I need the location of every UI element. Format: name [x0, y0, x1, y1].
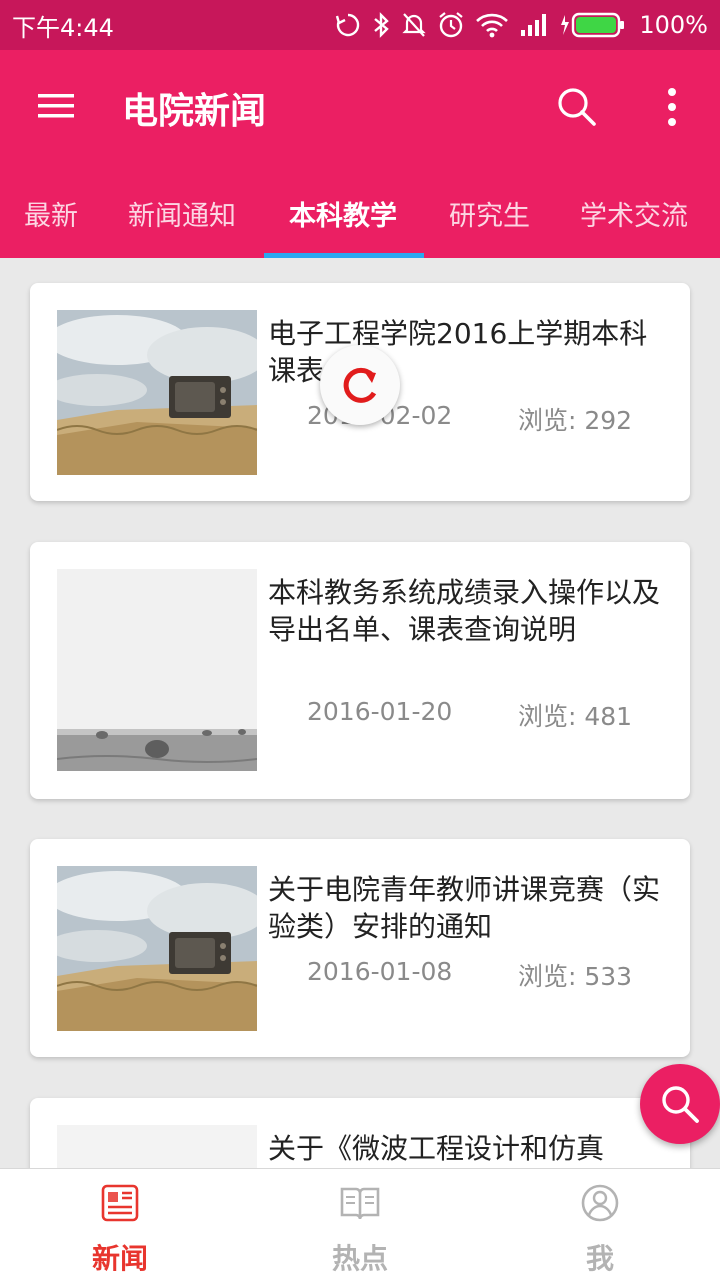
- more-options-icon[interactable]: [660, 84, 684, 130]
- news-thumbnail: [57, 569, 257, 771]
- category-tabs: 最新 新闻通知 本科教学 研究生 学术交流: [0, 160, 720, 258]
- news-title: 关于电院青年教师讲课竞赛（实验类）安排的通知: [268, 873, 661, 943]
- user-icon: [581, 1184, 619, 1222]
- search-fab[interactable]: [640, 1064, 720, 1144]
- tab-undergraduate[interactable]: 本科教学: [289, 194, 397, 233]
- status-time: 下午4:44: [12, 13, 114, 42]
- newspaper-icon: [101, 1184, 139, 1222]
- tab-news-notices[interactable]: 新闻通知: [128, 194, 236, 233]
- book-icon: [340, 1187, 380, 1220]
- news-card[interactable]: 关于电院青年教师讲课竞赛（实验类）安排的通知 2016-01-08 浏览: 53…: [30, 839, 690, 1057]
- nav-me[interactable]: 我: [540, 1179, 660, 1275]
- battery-icon: [561, 12, 625, 38]
- nav-label: 我: [585, 1242, 614, 1275]
- status-bar: 下午4:44 100%: [0, 0, 720, 50]
- search-icon[interactable]: [552, 82, 600, 130]
- signal-icon: [521, 14, 547, 36]
- tab-academic[interactable]: 学术交流: [580, 194, 688, 233]
- news-thumbnail: [57, 1125, 257, 1168]
- news-views: 浏览: 292: [518, 406, 633, 435]
- news-thumbnail: [57, 866, 257, 1031]
- news-card[interactable]: 本科教务系统成绩录入操作以及导出名单、课表查询说明 2016-01-20 浏览:…: [30, 542, 690, 799]
- menu-icon[interactable]: [34, 86, 78, 126]
- news-date: 2016-01-20: [307, 697, 453, 726]
- nav-news[interactable]: 新闻: [60, 1179, 180, 1275]
- battery-percentage: 100%: [639, 11, 708, 39]
- news-card[interactable]: 关于《微波工程设计和仿真: [30, 1098, 690, 1168]
- tab-latest[interactable]: 最新: [24, 194, 78, 233]
- status-icons: 100%: [335, 11, 708, 39]
- news-views: 浏览: 481: [518, 702, 633, 731]
- refresh-indicator: [320, 345, 400, 425]
- mute-icon: [402, 13, 427, 37]
- sync-icon: [336, 13, 360, 37]
- news-title: 关于《微波工程设计和仿真: [268, 1132, 605, 1165]
- app-title: 电院新闻: [122, 91, 267, 132]
- news-list[interactable]: 电子工程学院2016上学期本科课表 2016-02-02 浏览: 292 本科教…: [0, 258, 720, 1168]
- news-thumbnail: [57, 310, 257, 475]
- news-views: 浏览: 533: [518, 962, 633, 991]
- nav-label: 热点: [331, 1242, 388, 1275]
- nav-label: 新闻: [91, 1242, 148, 1275]
- refresh-icon: [343, 367, 377, 403]
- tab-graduate[interactable]: 研究生: [449, 194, 530, 233]
- news-date: 2016-01-08: [307, 957, 453, 986]
- news-title: 本科教务系统成绩录入操作以及导出名单、课表查询说明: [268, 576, 661, 646]
- bottom-navigation: 新闻 热点 我: [0, 1168, 720, 1280]
- nav-hot[interactable]: 热点: [300, 1179, 420, 1275]
- wifi-icon: [476, 13, 509, 38]
- app-bar: 电院新闻: [0, 50, 720, 160]
- bluetooth-icon: [374, 12, 390, 38]
- alarm-icon: [439, 12, 464, 38]
- search-icon: [662, 1086, 699, 1123]
